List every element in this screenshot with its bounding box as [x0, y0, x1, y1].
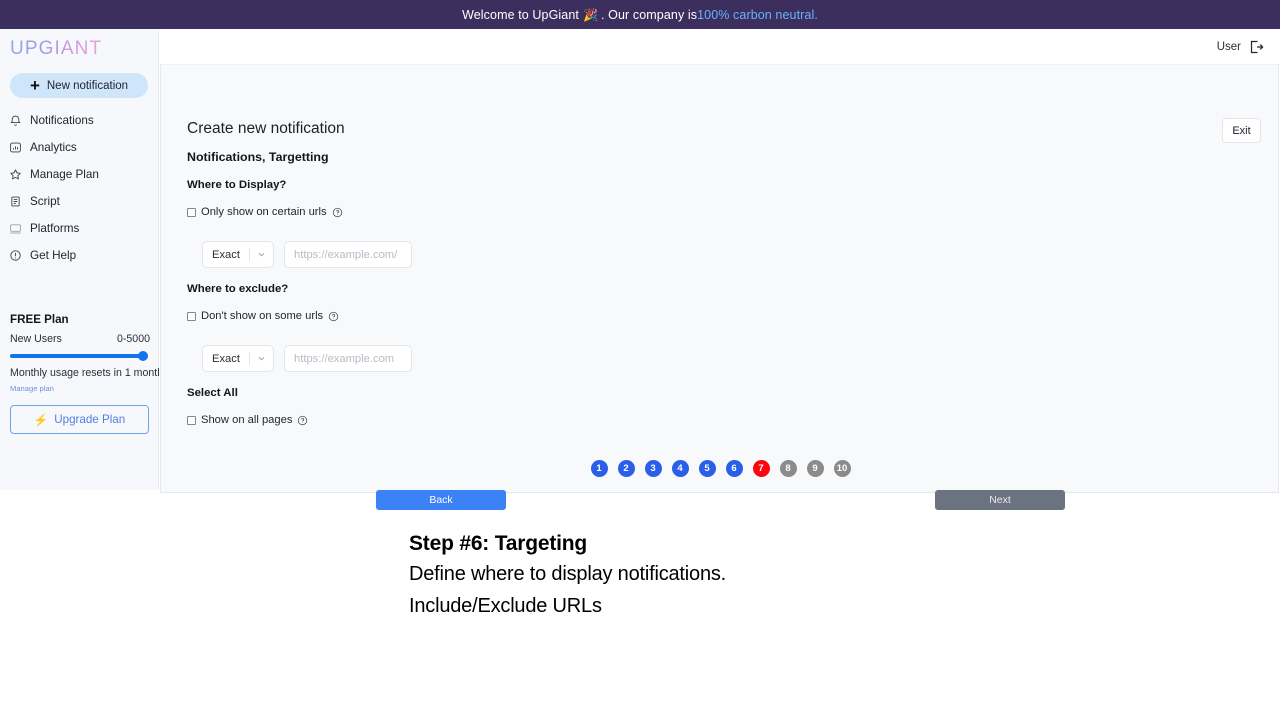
include-url-row: Exact [202, 241, 412, 268]
upgrade-plan-button[interactable]: ⚡ Upgrade Plan [10, 405, 149, 434]
sidebar-item-platforms[interactable]: Platforms [0, 215, 159, 242]
show-all-pages-row[interactable]: Show on all pages [187, 414, 308, 426]
step-8[interactable]: 8 [779, 460, 797, 477]
slider-track [10, 354, 148, 358]
sidebar-item-label: Analytics [30, 141, 77, 154]
script-icon [9, 195, 22, 208]
step-5[interactable]: 5 [698, 460, 716, 477]
step-9[interactable]: 9 [806, 460, 824, 477]
plan-panel: FREE Plan New Users 0-5000 Monthly usage… [10, 313, 164, 393]
plus-icon: + [29, 75, 40, 95]
user-label: User [1216, 40, 1241, 53]
select-all-label: Select All [187, 387, 238, 399]
only-certain-urls-row[interactable]: Only show on certain urls [187, 206, 343, 218]
show-all-pages-label: Show on all pages [201, 414, 293, 426]
party-popper-icon: 🎉 [582, 7, 599, 22]
app-logo: UPGIANT [10, 38, 103, 59]
step-2[interactable]: 2 [617, 460, 635, 477]
step-1[interactable]: 1 [590, 460, 608, 477]
chevron-down-icon [256, 249, 267, 260]
step-6[interactable]: 6 [725, 460, 743, 477]
exclude-match-mode-value: Exact [212, 352, 240, 365]
back-button[interactable]: Back [376, 490, 506, 510]
main-area: User Create new notification Notificatio… [159, 29, 1280, 510]
lightning-icon: ⚡ [33, 413, 49, 427]
top-bar: User [159, 29, 1280, 65]
step-indicator: 1 2 3 4 5 6 7 8 9 10 [161, 460, 1280, 477]
sidebar-nav: Notifications Analytics Manage Plan Scri… [0, 107, 159, 269]
exclude-url-input[interactable] [284, 345, 412, 372]
caption-block: Step #6: Targeting Define where to displ… [409, 528, 1109, 622]
carbon-neutral-link[interactable]: 100% carbon neutral. [697, 8, 818, 22]
include-match-mode-select[interactable]: Exact [202, 241, 274, 268]
select-divider [249, 248, 250, 261]
step-7[interactable]: 7 [752, 460, 770, 477]
sidebar-item-label: Notifications [30, 114, 94, 127]
plan-usage-label: New Users [10, 333, 62, 345]
plan-usage-value: 0-5000 [117, 333, 150, 345]
sidebar-item-label: Get Help [30, 249, 77, 262]
new-notification-button[interactable]: + New notification [10, 73, 148, 98]
platforms-icon [9, 222, 22, 235]
new-notification-label: New notification [46, 79, 129, 92]
step-3[interactable]: 3 [644, 460, 662, 477]
include-url-input[interactable] [284, 241, 412, 268]
wizard-card: Create new notification Notifications, T… [160, 65, 1280, 510]
banner-text: Welcome to UpGiant [462, 7, 579, 22]
banner-text-middle: . Our company is [601, 7, 698, 22]
sidebar-item-get-help[interactable]: Get Help [0, 242, 159, 269]
sidebar: UPGIANT + New notification Notifications [0, 29, 164, 490]
bell-icon [9, 114, 22, 127]
show-all-pages-checkbox[interactable] [187, 415, 196, 425]
only-certain-urls-checkbox[interactable] [187, 207, 196, 217]
help-tooltip-icon[interactable] [328, 311, 339, 322]
caption-line-2: Include/Exclude URLs [409, 594, 602, 617]
where-to-exclude-label: Where to exclude? [187, 283, 289, 295]
sidebar-item-notifications[interactable]: Notifications [0, 107, 159, 134]
plan-usage-row: New Users 0-5000 [10, 333, 150, 345]
sidebar-item-manage-plan[interactable]: Manage Plan [0, 161, 159, 188]
only-certain-urls-label: Only show on certain urls [201, 206, 327, 218]
plan-reset-note: Monthly usage resets in 1 month [10, 367, 164, 379]
sidebar-item-label: Platforms [30, 222, 80, 235]
exclude-url-row: Exact [202, 345, 412, 372]
analytics-icon [9, 141, 22, 154]
where-to-display-label: Where to Display? [187, 179, 287, 191]
sidebar-item-script[interactable]: Script [0, 188, 159, 215]
sidebar-item-analytics[interactable]: Analytics [0, 134, 159, 161]
exclude-match-mode-select[interactable]: Exact [202, 345, 274, 372]
upgrade-plan-label: Upgrade Plan [54, 413, 126, 426]
caption-line-1: Define where to display notifications. [409, 563, 727, 585]
select-divider [249, 352, 250, 365]
exit-button[interactable]: Exit [1222, 118, 1261, 143]
help-tooltip-icon[interactable] [332, 207, 343, 218]
next-button[interactable]: Next [935, 490, 1065, 510]
sidebar-item-label: Script [30, 195, 60, 208]
slider-thumb[interactable] [138, 351, 148, 361]
caption-heading: Step #6: Targeting [409, 532, 588, 555]
dont-show-urls-checkbox[interactable] [187, 311, 196, 321]
include-match-mode-value: Exact [212, 248, 240, 261]
plan-title: FREE Plan [10, 313, 69, 326]
sidebar-item-label: Manage Plan [30, 168, 99, 181]
star-icon [9, 168, 22, 181]
app-window: UPGIANT + New notification Notifications [0, 29, 1280, 510]
usage-slider[interactable] [10, 351, 150, 361]
screenshot-root: Welcome to UpGiant 🎉 . Our company is 10… [0, 0, 1280, 720]
dont-show-urls-label: Don't show on some urls [201, 310, 324, 322]
logout-icon[interactable] [1248, 39, 1264, 55]
step-4[interactable]: 4 [671, 460, 689, 477]
dont-show-urls-row[interactable]: Don't show on some urls [187, 310, 339, 322]
step-10[interactable]: 10 [833, 460, 851, 477]
help-circle-icon [9, 249, 22, 262]
promo-banner: Welcome to UpGiant 🎉 . Our company is 10… [0, 0, 1280, 29]
help-tooltip-icon[interactable] [297, 415, 308, 426]
manage-plan-link[interactable]: Manage plan [10, 384, 150, 393]
chevron-down-icon [256, 353, 267, 364]
page-title: Create new notification [187, 120, 345, 137]
section-subtitle: Notifications, Targetting [187, 150, 329, 164]
